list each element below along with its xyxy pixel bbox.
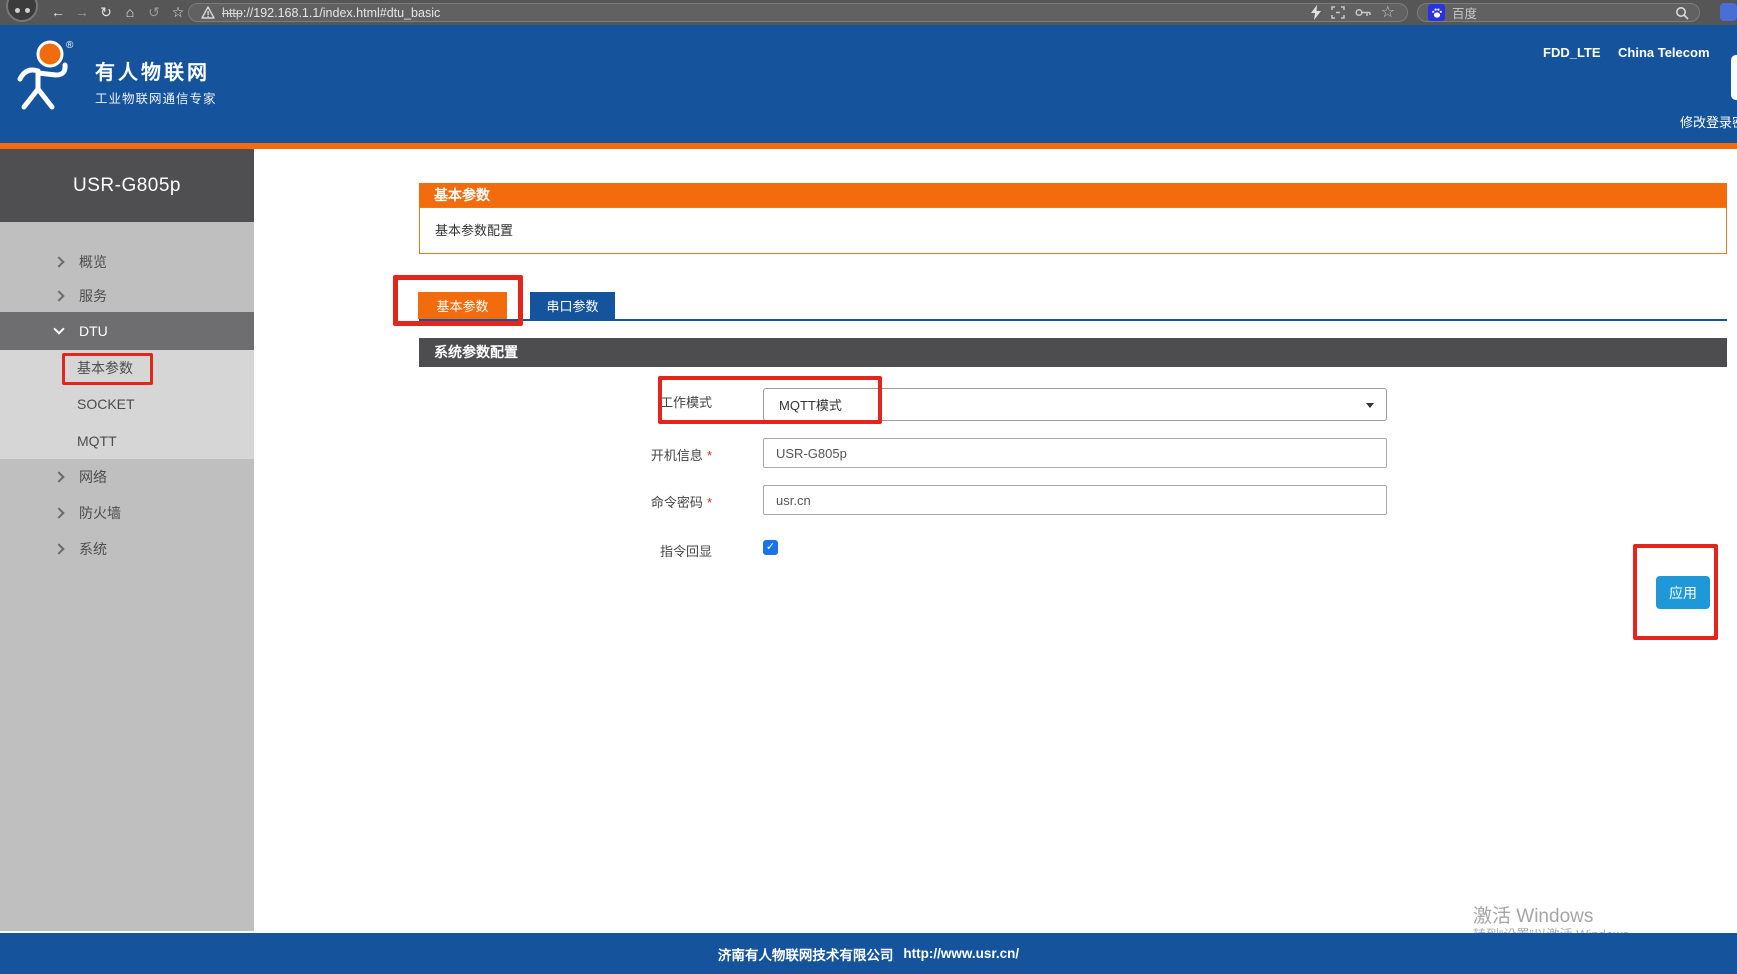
chevron-down-icon bbox=[53, 323, 64, 334]
sidebar-item-mqtt[interactable]: MQTT bbox=[0, 423, 254, 459]
avatar-eye-icon bbox=[15, 8, 20, 13]
footer: 济南有人物联网技术有限公司 http://www.usr.cn/ bbox=[0, 933, 1737, 974]
chevron-right-icon bbox=[53, 471, 64, 482]
browser-toolbar: ← → ↻ ⌂ ↺ ☆ http://192.168.1.1/index.htm… bbox=[0, 0, 1737, 25]
tab-basic-params[interactable]: 基本参数 bbox=[418, 292, 507, 319]
browser-extension-icon[interactable] bbox=[1720, 3, 1737, 21]
baidu-logo-icon bbox=[1428, 4, 1445, 21]
work-mode-label: 工作模式 bbox=[540, 392, 712, 411]
cmd-password-input[interactable] bbox=[763, 485, 1387, 515]
section-title: 系统参数配置 bbox=[419, 338, 1727, 367]
page-title: 基本参数 bbox=[419, 183, 1727, 207]
device-model-title: USR-G805p bbox=[0, 149, 254, 222]
forward-icon[interactable]: → bbox=[74, 0, 90, 25]
chevron-right-icon bbox=[53, 256, 64, 267]
undo-icon[interactable]: ↺ bbox=[146, 0, 162, 25]
network-type-badge: FDD_LTE bbox=[1543, 45, 1601, 60]
favorite-star-icon[interactable]: ☆ bbox=[1381, 5, 1395, 20]
chevron-right-icon bbox=[53, 507, 64, 518]
lightning-icon[interactable] bbox=[1311, 5, 1321, 20]
command-echo-checkbox[interactable]: ✓ bbox=[763, 540, 778, 555]
screenshot-icon[interactable] bbox=[1331, 6, 1345, 19]
screen: ← → ↻ ⌂ ↺ ☆ http://192.168.1.1/index.htm… bbox=[0, 0, 1737, 974]
apply-button[interactable]: 应用 bbox=[1656, 576, 1710, 609]
sidebar-item-dtu[interactable]: DTU bbox=[0, 312, 254, 350]
chevron-right-icon bbox=[53, 543, 64, 554]
clipped-header-element bbox=[1731, 55, 1737, 100]
sidebar-item-services[interactable]: 服务 bbox=[0, 280, 254, 312]
sidebar-item-basic-params[interactable]: 基本参数 bbox=[0, 350, 254, 386]
required-asterisk: * bbox=[707, 495, 712, 510]
home-icon[interactable]: ⌂ bbox=[122, 0, 138, 25]
sidebar: USR-G805p 概览 服务 DTU 基本参数 SOCKET MQTT 网络 … bbox=[0, 149, 254, 931]
footer-website-link[interactable]: http://www.usr.cn/ bbox=[903, 946, 1019, 961]
tab-underline bbox=[419, 319, 1727, 321]
work-mode-select[interactable]: MQTT模式 bbox=[763, 388, 1387, 421]
avatar-eye-icon bbox=[25, 8, 30, 13]
chevron-right-icon bbox=[53, 290, 64, 301]
back-icon[interactable]: ← bbox=[50, 0, 66, 25]
chevron-down-icon bbox=[1366, 403, 1374, 408]
bookmark-star-icon[interactable]: ☆ bbox=[170, 0, 186, 25]
dtu-submenu: 基本参数 SOCKET MQTT bbox=[0, 350, 254, 459]
footer-company: 济南有人物联网技术有限公司 bbox=[718, 944, 894, 964]
sidebar-item-socket[interactable]: SOCKET bbox=[0, 386, 254, 422]
search-magnifier-icon[interactable] bbox=[1675, 6, 1689, 20]
cmd-password-label: 命令密码* bbox=[540, 492, 712, 511]
sidebar-item-network[interactable]: 网络 bbox=[0, 459, 254, 495]
search-placeholder: 百度 bbox=[1452, 3, 1477, 22]
boot-info-input[interactable] bbox=[763, 438, 1387, 468]
change-login-password-link[interactable]: 修改登录密码 bbox=[1680, 112, 1737, 131]
brand-subtitle: 工业物联网通信专家 bbox=[95, 88, 217, 107]
app-header: ® 有人物联网 工业物联网通信专家 FDD_LTE China Telecom … bbox=[0, 25, 1737, 143]
address-bar[interactable]: http://192.168.1.1/index.html#dtu_basic … bbox=[188, 3, 1408, 22]
operator-badge: China Telecom bbox=[1618, 45, 1710, 60]
orange-divider bbox=[0, 143, 1737, 149]
url-text: http://192.168.1.1/index.html#dtu_basic bbox=[222, 6, 440, 20]
required-asterisk: * bbox=[707, 448, 712, 463]
browser-profile-avatar[interactable] bbox=[6, 0, 38, 22]
sidebar-item-firewall[interactable]: 防火墙 bbox=[0, 495, 254, 531]
reload-icon[interactable]: ↻ bbox=[98, 0, 114, 25]
tab-serial-params[interactable]: 串口参数 bbox=[530, 292, 615, 319]
page-description: 基本参数配置 bbox=[419, 207, 1727, 254]
password-key-icon[interactable] bbox=[1355, 8, 1371, 17]
sidebar-item-overview[interactable]: 概览 bbox=[0, 244, 254, 280]
command-echo-label: 指令回显 bbox=[540, 541, 712, 560]
boot-info-label: 开机信息* bbox=[540, 445, 712, 464]
sidebar-item-system[interactable]: 系统 bbox=[0, 531, 254, 567]
browser-search-box[interactable]: 百度 bbox=[1417, 3, 1700, 22]
brand-title: 有人物联网 bbox=[95, 56, 210, 85]
registered-trademark: ® bbox=[66, 40, 73, 51]
not-secure-warning-icon bbox=[201, 6, 215, 19]
